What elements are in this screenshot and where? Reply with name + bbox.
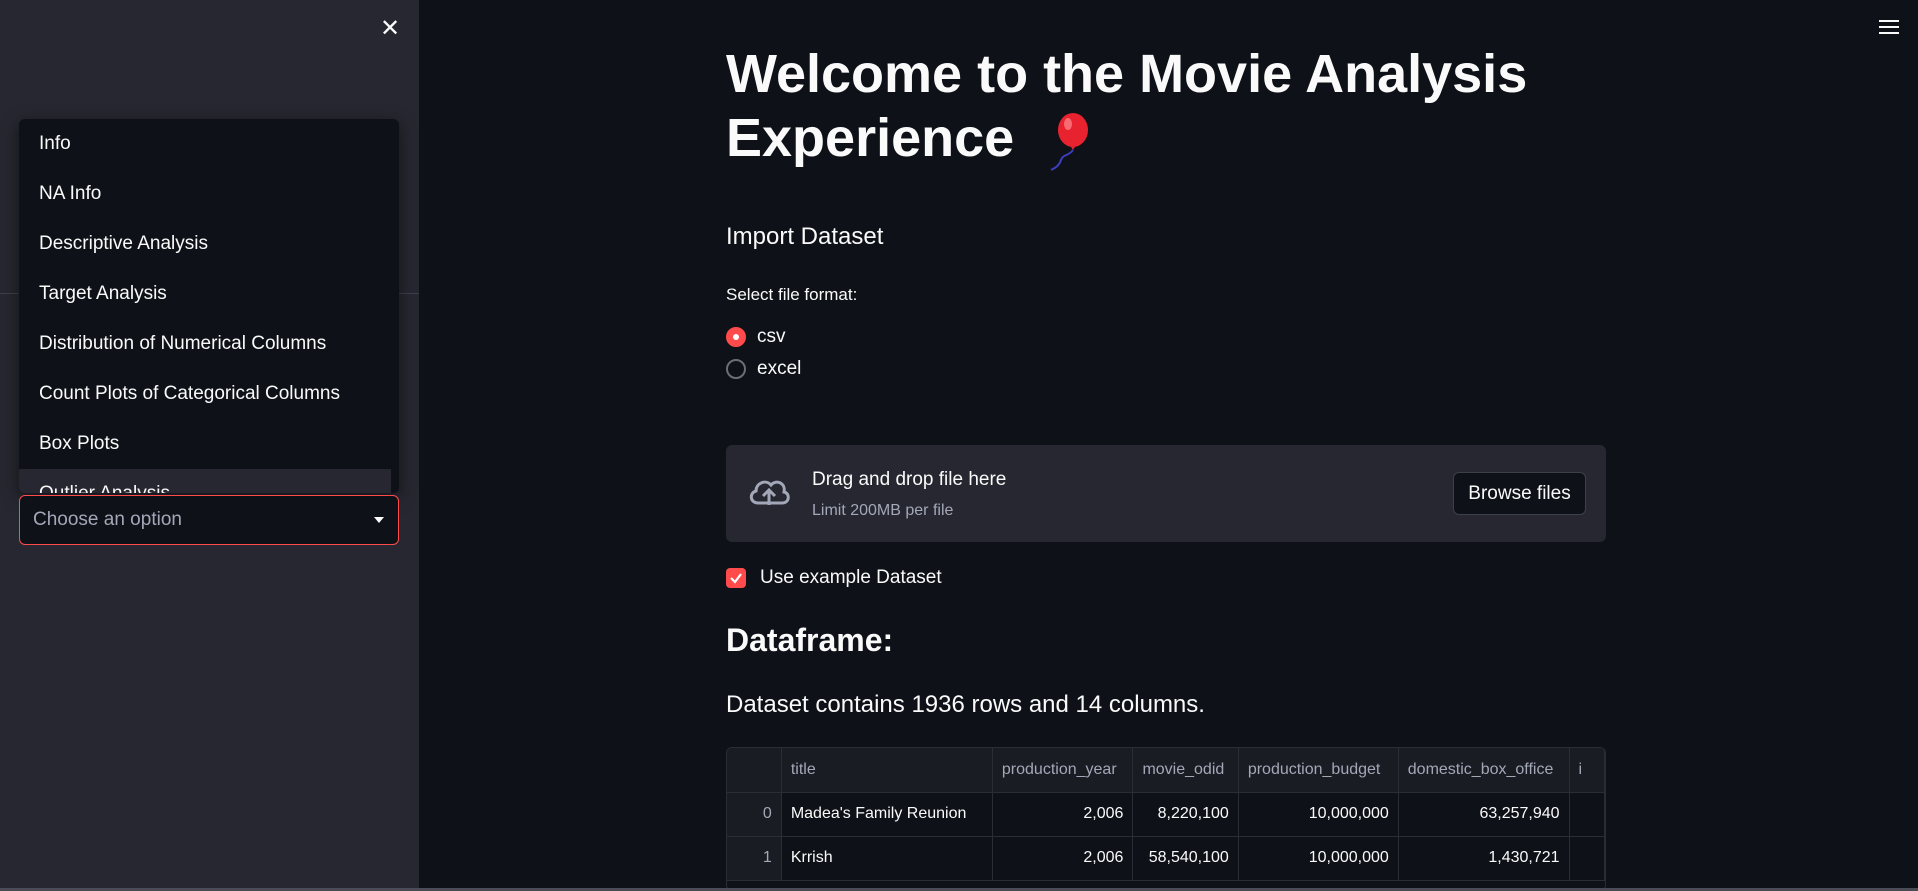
cell-movie-odid[interactable]: 58,540,100 bbox=[1132, 836, 1239, 881]
upload-limit: Limit 200MB per file bbox=[812, 502, 954, 519]
import-dataset-title: Import Dataset bbox=[726, 223, 884, 250]
cell-title[interactable]: Krrish bbox=[781, 836, 993, 881]
close-icon[interactable]: ✕ bbox=[378, 17, 402, 41]
column-header-production-budget[interactable]: production_budget bbox=[1238, 748, 1399, 793]
radio-unselected-icon bbox=[726, 359, 746, 379]
radio-selected-icon bbox=[726, 327, 746, 347]
dropdown-option-count-plots[interactable]: Count Plots of Categorical Columns bbox=[19, 369, 399, 419]
radio-excel[interactable]: excel bbox=[726, 357, 801, 381]
cell-production-budget[interactable]: 10,000,000 bbox=[1238, 792, 1399, 837]
upload-title: Drag and drop file here bbox=[812, 469, 1007, 490]
file-format-label: Select file format: bbox=[726, 285, 858, 304]
radio-csv[interactable]: csv bbox=[726, 325, 786, 349]
file-uploader[interactable]: Drag and drop file here Limit 200MB per … bbox=[726, 445, 1606, 542]
checkbox-checked-icon bbox=[726, 568, 746, 588]
cell-domestic-box-office[interactable]: 63,257,940 bbox=[1398, 792, 1570, 837]
use-example-checkbox[interactable]: Use example Dataset bbox=[726, 567, 942, 589]
table-row: 0 Madea's Family Reunion 2,006 8,220,100… bbox=[727, 792, 1605, 837]
cell-movie-odid[interactable]: 8,220,100 bbox=[1132, 792, 1239, 837]
column-header-index[interactable] bbox=[727, 748, 782, 793]
balloon-icon bbox=[1050, 112, 1089, 171]
row-index: 1 bbox=[727, 836, 782, 881]
hamburger-menu-icon[interactable] bbox=[1879, 20, 1899, 36]
cell-truncated[interactable] bbox=[1569, 792, 1605, 837]
page-title: Welcome to the Movie Analysis Experience bbox=[726, 42, 1586, 172]
cell-production-year[interactable]: 2,006 bbox=[992, 836, 1134, 881]
sidebar: ✕ Info NA Info Descriptive Analysis Targ… bbox=[0, 0, 419, 888]
cell-production-year[interactable]: 2,006 bbox=[992, 792, 1134, 837]
dataframe-table[interactable]: title production_year movie_odid product… bbox=[726, 747, 1606, 891]
select-placeholder: Choose an option bbox=[33, 509, 182, 530]
column-header-movie-odid[interactable]: movie_odid bbox=[1132, 748, 1239, 793]
dataframe-title: Dataframe: bbox=[726, 622, 894, 658]
radio-excel-label: excel bbox=[757, 358, 802, 379]
page-title-text: Welcome to the Movie Analysis Experience bbox=[726, 44, 1528, 168]
cell-title[interactable]: Madea's Family Reunion bbox=[781, 792, 993, 837]
dropdown-option-distribution[interactable]: Distribution of Numerical Columns bbox=[19, 319, 399, 369]
cloud-upload-icon bbox=[749, 480, 790, 505]
dropdown-option-info[interactable]: Info bbox=[19, 119, 399, 169]
dropdown-option-box-plots[interactable]: Box Plots bbox=[19, 419, 399, 469]
column-header-production-year[interactable]: production_year bbox=[992, 748, 1134, 793]
analysis-select[interactable]: Choose an option bbox=[19, 495, 399, 545]
use-example-label: Use example Dataset bbox=[760, 567, 942, 588]
cell-domestic-box-office[interactable]: 1,430,721 bbox=[1398, 836, 1570, 881]
dropdown-menu: Info NA Info Descriptive Analysis Target… bbox=[19, 119, 399, 493]
cell-truncated[interactable] bbox=[1569, 836, 1605, 881]
dropdown-option-outlier-analysis[interactable]: Outlier Analysis bbox=[19, 469, 391, 493]
dataset-info: Dataset contains 1936 rows and 14 column… bbox=[726, 691, 1205, 718]
row-index: 0 bbox=[727, 792, 782, 837]
table-header-row: title production_year movie_odid product… bbox=[727, 748, 1605, 793]
cell-production-budget[interactable]: 10,000,000 bbox=[1238, 836, 1399, 881]
dropdown-option-descriptive-analysis[interactable]: Descriptive Analysis bbox=[19, 219, 399, 269]
radio-csv-label: csv bbox=[757, 326, 786, 347]
table-row: 1 Krrish 2,006 58,540,100 10,000,000 1,4… bbox=[727, 836, 1605, 881]
browse-files-button[interactable]: Browse files bbox=[1453, 472, 1586, 515]
dropdown-option-target-analysis[interactable]: Target Analysis bbox=[19, 269, 399, 319]
column-header-title[interactable]: title bbox=[781, 748, 993, 793]
chevron-down-icon bbox=[374, 517, 384, 523]
dropdown-option-na-info[interactable]: NA Info bbox=[19, 169, 399, 219]
column-header-truncated[interactable]: i bbox=[1569, 748, 1605, 793]
column-header-domestic-box-office[interactable]: domestic_box_office bbox=[1398, 748, 1570, 793]
